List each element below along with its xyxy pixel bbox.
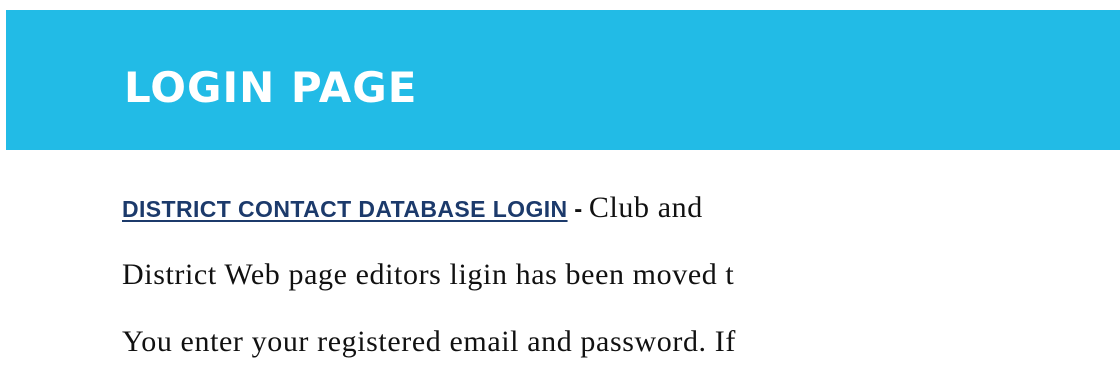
page-title: LOGIN PAGE	[124, 63, 418, 112]
page: LOGIN PAGE DISTRICT CONTACT DATABASE LOG…	[0, 0, 1120, 387]
separator-dash: -	[567, 196, 589, 223]
database-login-line: DISTRICT CONTACT DATABASE LOGIN - Club a…	[122, 191, 703, 225]
header-banner: LOGIN PAGE	[6, 10, 1120, 150]
district-contact-database-login-link[interactable]: DISTRICT CONTACT DATABASE LOGIN	[122, 196, 568, 222]
editors-login-moved-text: District Web page editors ligin has been…	[122, 258, 735, 291]
login-instructions-text: You enter your registered email and pass…	[122, 325, 736, 358]
line1-text: Club and	[588, 191, 703, 224]
